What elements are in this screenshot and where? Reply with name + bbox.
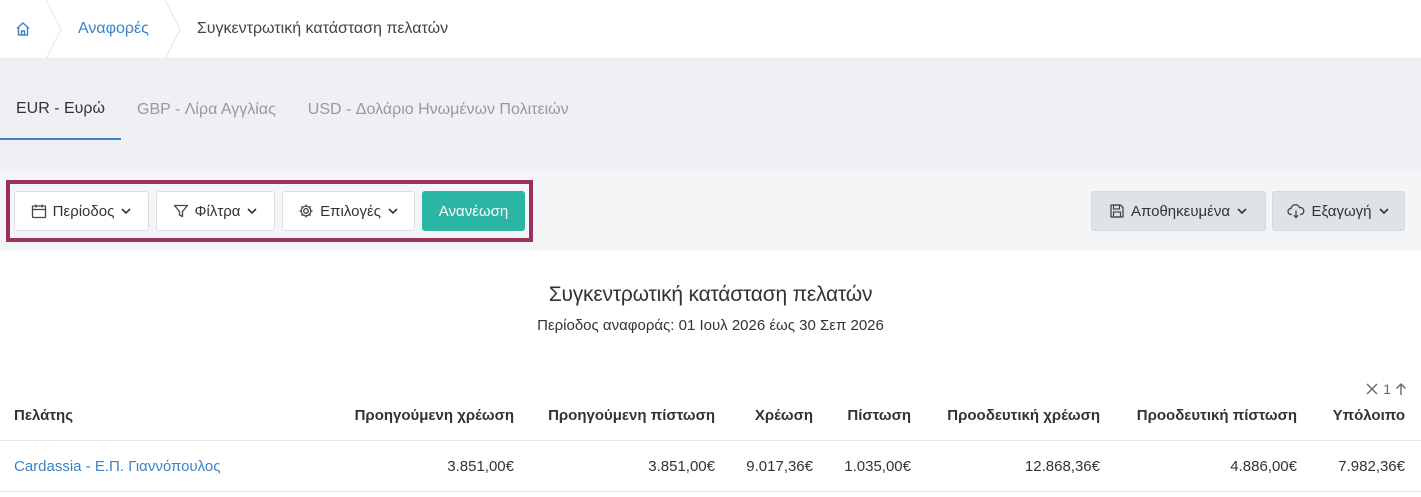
home-link[interactable] — [0, 0, 46, 58]
tab-eur[interactable]: EUR - Ευρώ — [0, 80, 122, 140]
breadcrumb-separator — [164, 0, 181, 59]
tab-gbp[interactable]: GBP - Λίρα Αγγλίας — [121, 80, 292, 140]
breadcrumb: Αναφορές Συγκεντρωτική κατάσταση πελατών — [0, 0, 1421, 59]
report-subtitle: Περίοδος αναφοράς: 01 Ιουλ 2026 έως 30 Σ… — [537, 317, 884, 334]
refresh-button[interactable]: Ανανέωση — [422, 191, 525, 231]
cell-prog-credit: 4.886,00€ — [1230, 458, 1297, 475]
column-header-prog-debit[interactable]: Προοδευτική χρέωση — [947, 395, 1100, 435]
cell-prev-debit: 3.851,00€ — [447, 458, 514, 475]
column-header-prog-credit[interactable]: Προοδευτική πίστωση — [1137, 395, 1297, 435]
arrow-up-icon[interactable] — [1395, 382, 1407, 396]
column-header-prev-debit[interactable]: Προηγούμενη χρέωση — [355, 395, 514, 435]
column-header-credit[interactable]: Πίστωση — [847, 395, 911, 435]
saved-button[interactable]: Αποθηκευμένα — [1091, 191, 1266, 231]
report-table: Πελάτης Προηγούμενη χρέωση Προηγούμενη π… — [0, 395, 1421, 492]
gear-icon — [299, 204, 313, 218]
save-icon — [1110, 204, 1124, 218]
breadcrumb-separator — [46, 0, 62, 59]
tab-usd[interactable]: USD - Δολάριο Ηνωμένων Πολιτειών — [292, 80, 585, 140]
column-header-debit[interactable]: Χρέωση — [755, 395, 813, 435]
chevron-down-icon — [1378, 208, 1389, 215]
cell-prog-debit: 12.868,36€ — [1024, 458, 1100, 475]
period-label: Περίοδος — [52, 202, 115, 220]
report-title: Συγκεντρωτική κατάσταση πελατών — [548, 283, 873, 306]
breadcrumb-reports-link[interactable]: Αναφορές — [62, 0, 165, 58]
filters-button[interactable]: Φίλτρα — [156, 191, 275, 231]
export-button[interactable]: Εξαγωγή — [1272, 191, 1405, 231]
chevron-down-icon — [247, 208, 258, 215]
options-label: Επιλογές — [320, 202, 381, 220]
cell-credit: 1.035,00€ — [844, 458, 911, 475]
cloud-download-icon — [1287, 204, 1305, 219]
cell-debit: 9.017,36€ — [746, 458, 813, 475]
column-header-customer[interactable]: Πελάτης — [14, 395, 73, 435]
table-row: Cardassia - Ε.Π. Γιαννόπουλος 3.851,00€ … — [0, 441, 1421, 492]
table-header: Πελάτης Προηγούμενη χρέωση Προηγούμενη π… — [0, 395, 1421, 441]
cell-balance: 7.982,36€ — [1338, 458, 1405, 475]
saved-label: Αποθηκευμένα — [1130, 202, 1231, 220]
column-header-prev-credit[interactable]: Προηγούμενη πίστωση — [548, 395, 715, 435]
chevron-down-icon — [1237, 208, 1247, 215]
currency-tabs: EUR - Ευρώ GBP - Λίρα Αγγλίας USD - Δολά… — [0, 80, 585, 140]
period-button[interactable]: Περίοδος — [14, 191, 149, 231]
close-icon[interactable] — [1365, 382, 1379, 396]
chevron-down-icon — [121, 208, 131, 215]
home-icon — [16, 22, 30, 36]
export-label: Εξαγωγή — [1311, 202, 1372, 220]
cell-prev-credit: 3.851,00€ — [648, 458, 715, 475]
breadcrumb-current: Συγκεντρωτική κατάσταση πελατών — [196, 20, 449, 37]
calendar-icon — [31, 204, 46, 219]
filter-icon — [173, 204, 188, 218]
filters-label: Φίλτρα — [194, 202, 241, 220]
column-header-balance[interactable]: Υπόλοιπο — [1333, 395, 1405, 435]
chevron-down-icon — [388, 208, 398, 215]
options-button[interactable]: Επιλογές — [282, 191, 415, 231]
customer-link[interactable]: Cardassia - Ε.Π. Γιαννόπουλος — [14, 441, 220, 492]
